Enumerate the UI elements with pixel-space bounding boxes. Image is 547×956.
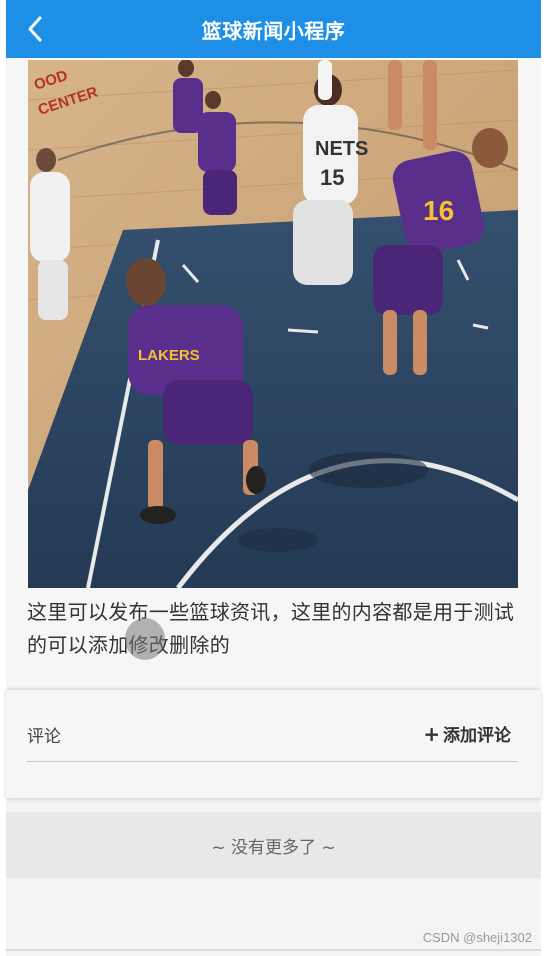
back-button[interactable]: [20, 14, 50, 44]
svg-text:15: 15: [320, 165, 344, 190]
svg-text:16: 16: [423, 195, 454, 226]
comment-section: 评论 + 添加评论: [6, 690, 541, 798]
basketball-photo-graphic: OOD CENTER NETS 15 16 LAKERS: [28, 60, 518, 588]
no-more-indicator: ~ 没有更多了 ~: [6, 812, 541, 878]
svg-text:LAKERS: LAKERS: [138, 347, 200, 364]
no-more-text: ~ 没有更多了 ~: [211, 837, 336, 858]
comment-label: 评论: [27, 727, 61, 747]
page-title: 篮球新闻小程序: [201, 18, 346, 43]
touch-cursor-indicator: [125, 618, 165, 660]
bottom-edge-line: [6, 949, 541, 951]
app-screen: 篮球新闻小程序 OOD CENTER NETS 15 16 LAKERS 这里可…: [0, 0, 547, 956]
comment-divider: [27, 761, 518, 762]
chevron-left-icon: [28, 16, 42, 42]
plus-icon: +: [423, 721, 440, 746]
watermark-text: CSDN @sheji1302: [422, 930, 532, 945]
nav-header: 篮球新闻小程序: [6, 0, 541, 58]
frame-right-edge: [541, 0, 547, 956]
article-body: 这里可以发布一些篮球资讯，这里的内容都是用于测试的可以添加修改删除的: [27, 600, 515, 657]
add-comment-label: 添加评论: [443, 726, 511, 746]
add-comment-button[interactable]: + 添加评论: [423, 721, 511, 747]
svg-text:NETS: NETS: [315, 138, 368, 160]
article-card: OOD CENTER NETS 15 16 LAKERS 这里可以发布一些篮球资…: [6, 58, 541, 686]
article-photo: OOD CENTER NETS 15 16 LAKERS: [28, 60, 518, 588]
